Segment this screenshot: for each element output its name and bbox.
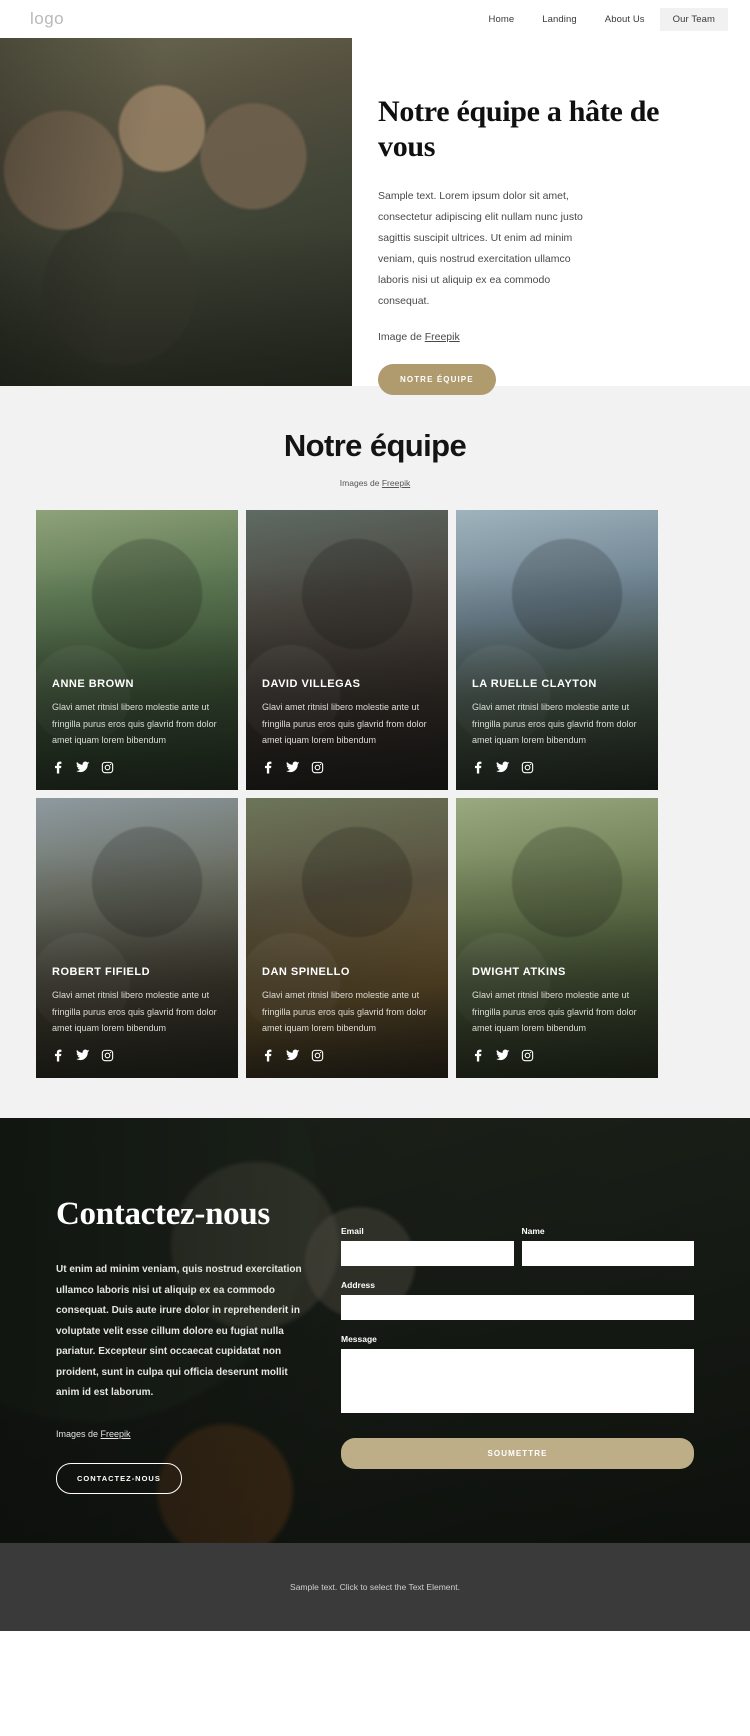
team-credit-prefix: Images de — [339, 478, 382, 488]
facebook-icon[interactable] — [472, 761, 485, 774]
contact-section: Contactez-nous Ut enim ad minim veniam, … — [0, 1118, 750, 1543]
team-member-card[interactable]: ROBERT FIFIELD Glavi amet ritnisl libero… — [36, 798, 238, 1078]
contact-body-text: Ut enim ad minim veniam, quis nostrud ex… — [56, 1264, 302, 1398]
member-description: Glavi amet ritnisl libero molestie ante … — [472, 702, 637, 746]
team-grid: ANNE BROWN Glavi amet ritnisl libero mol… — [0, 510, 750, 1078]
facebook-icon[interactable] — [262, 1049, 275, 1062]
site-header: logo Home Landing About Us Our Team — [0, 0, 750, 38]
member-social-links — [262, 760, 432, 774]
contact-info: Contactez-nous Ut enim ad minim veniam, … — [56, 1196, 341, 1494]
nav-item-landing[interactable]: Landing — [529, 8, 590, 31]
nav-item-about-us[interactable]: About Us — [592, 8, 658, 31]
team-section: Notre équipe Images de Freepik ANNE BROW… — [0, 386, 750, 1118]
nav-item-home[interactable]: Home — [476, 8, 528, 31]
email-input[interactable] — [341, 1241, 514, 1266]
contact-images-credit: Images de Freepik — [56, 1429, 341, 1439]
hero-title: Notre équipe a hâte de vous — [378, 95, 660, 164]
address-input[interactable] — [341, 1295, 694, 1320]
contact-title: Contactez-nous — [56, 1196, 270, 1232]
hero-credit-link[interactable]: Freepik — [425, 331, 460, 343]
member-name: DWIGHT ATKINS — [472, 966, 566, 979]
member-description: Glavi amet ritnisl libero molestie ante … — [262, 990, 427, 1034]
contact-credit-prefix: Images de — [56, 1428, 101, 1439]
logo[interactable]: logo — [30, 9, 64, 29]
twitter-icon[interactable] — [76, 760, 90, 774]
member-social-links — [52, 760, 222, 774]
hero-image — [0, 38, 352, 386]
team-member-card[interactable]: LA RUELLE CLAYTON Glavi amet ritnisl lib… — [456, 510, 658, 790]
footer-text[interactable]: Sample text. Click to select the Text El… — [290, 1582, 460, 1592]
member-social-links — [472, 760, 642, 774]
member-social-links — [52, 1048, 222, 1062]
message-textarea[interactable] — [341, 1349, 694, 1413]
member-social-links — [262, 1048, 432, 1062]
team-credit-link[interactable]: Freepik — [382, 478, 410, 488]
message-field-group: Message — [341, 1334, 694, 1418]
team-member-card[interactable]: DAVID VILLEGAS Glavi amet ritnisl libero… — [246, 510, 448, 790]
email-field-group: Email — [341, 1226, 514, 1266]
address-label: Address — [341, 1280, 376, 1290]
instagram-icon[interactable] — [311, 761, 324, 774]
twitter-icon[interactable] — [496, 760, 510, 774]
contact-cta-button[interactable]: CONTACTEZ-NOUS — [56, 1462, 182, 1494]
instagram-icon[interactable] — [101, 761, 114, 774]
instagram-icon[interactable] — [311, 1049, 324, 1062]
instagram-icon[interactable] — [521, 1049, 534, 1062]
site-footer: Sample text. Click to select the Text El… — [0, 1543, 750, 1631]
nav-item-our-team[interactable]: Our Team — [659, 7, 728, 31]
instagram-icon[interactable] — [101, 1049, 114, 1062]
hero-section: Notre équipe a hâte de vous Sample text.… — [0, 38, 750, 396]
team-member-card[interactable]: DAN SPINELLO Glavi amet ritnisl libero m… — [246, 798, 448, 1078]
twitter-icon[interactable] — [496, 1048, 510, 1062]
submit-button[interactable]: SOUMETTRE — [341, 1438, 694, 1469]
twitter-icon[interactable] — [76, 1048, 90, 1062]
hero-image-overlay — [0, 38, 352, 386]
team-member-card[interactable]: DWIGHT ATKINS Glavi amet ritnisl libero … — [456, 798, 658, 1078]
team-member-card[interactable]: ANNE BROWN Glavi amet ritnisl libero mol… — [36, 510, 238, 790]
facebook-icon[interactable] — [52, 1049, 65, 1062]
contact-credit-link[interactable]: Freepik — [101, 1429, 131, 1439]
facebook-icon[interactable] — [472, 1049, 485, 1062]
main-navigation: Home Landing About Us Our Team — [476, 7, 728, 31]
hero-image-credit: Image de Freepik — [378, 331, 690, 343]
member-name: DAVID VILLEGAS — [262, 678, 361, 691]
name-input[interactable] — [521, 1241, 694, 1266]
contact-form: Email Name Address Message SOUMETTRE — [341, 1196, 694, 1494]
facebook-icon[interactable] — [52, 761, 65, 774]
hero-credit-prefix: Image de — [378, 331, 425, 344]
member-name: ROBERT FIFIELD — [52, 966, 151, 979]
name-label: Name — [521, 1226, 545, 1236]
email-label: Email — [341, 1226, 364, 1236]
twitter-icon[interactable] — [286, 760, 300, 774]
member-name: DAN SPINELLO — [262, 966, 350, 979]
facebook-icon[interactable] — [262, 761, 275, 774]
instagram-icon[interactable] — [521, 761, 534, 774]
member-name: LA RUELLE CLAYTON — [472, 678, 597, 691]
member-name: ANNE BROWN — [52, 678, 134, 691]
hero-content: Notre équipe a hâte de vous Sample text.… — [352, 38, 750, 396]
twitter-icon[interactable] — [286, 1048, 300, 1062]
team-images-credit: Images de Freepik — [0, 478, 750, 488]
member-description: Glavi amet ritnisl libero molestie ante … — [262, 702, 427, 746]
address-field-group: Address — [341, 1280, 694, 1320]
name-field-group: Name — [521, 1226, 694, 1266]
hero-cta-button[interactable]: NOTRE ÉQUIPE — [378, 364, 496, 396]
message-label: Message — [341, 1334, 377, 1344]
member-social-links — [472, 1048, 642, 1062]
team-section-title: Notre équipe — [283, 428, 467, 463]
member-description: Glavi amet ritnisl libero molestie ante … — [52, 990, 217, 1034]
hero-body-text: Sample text. Lorem ipsum dolor sit amet,… — [378, 190, 583, 308]
member-description: Glavi amet ritnisl libero molestie ante … — [52, 702, 217, 746]
member-description: Glavi amet ritnisl libero molestie ante … — [472, 990, 637, 1034]
